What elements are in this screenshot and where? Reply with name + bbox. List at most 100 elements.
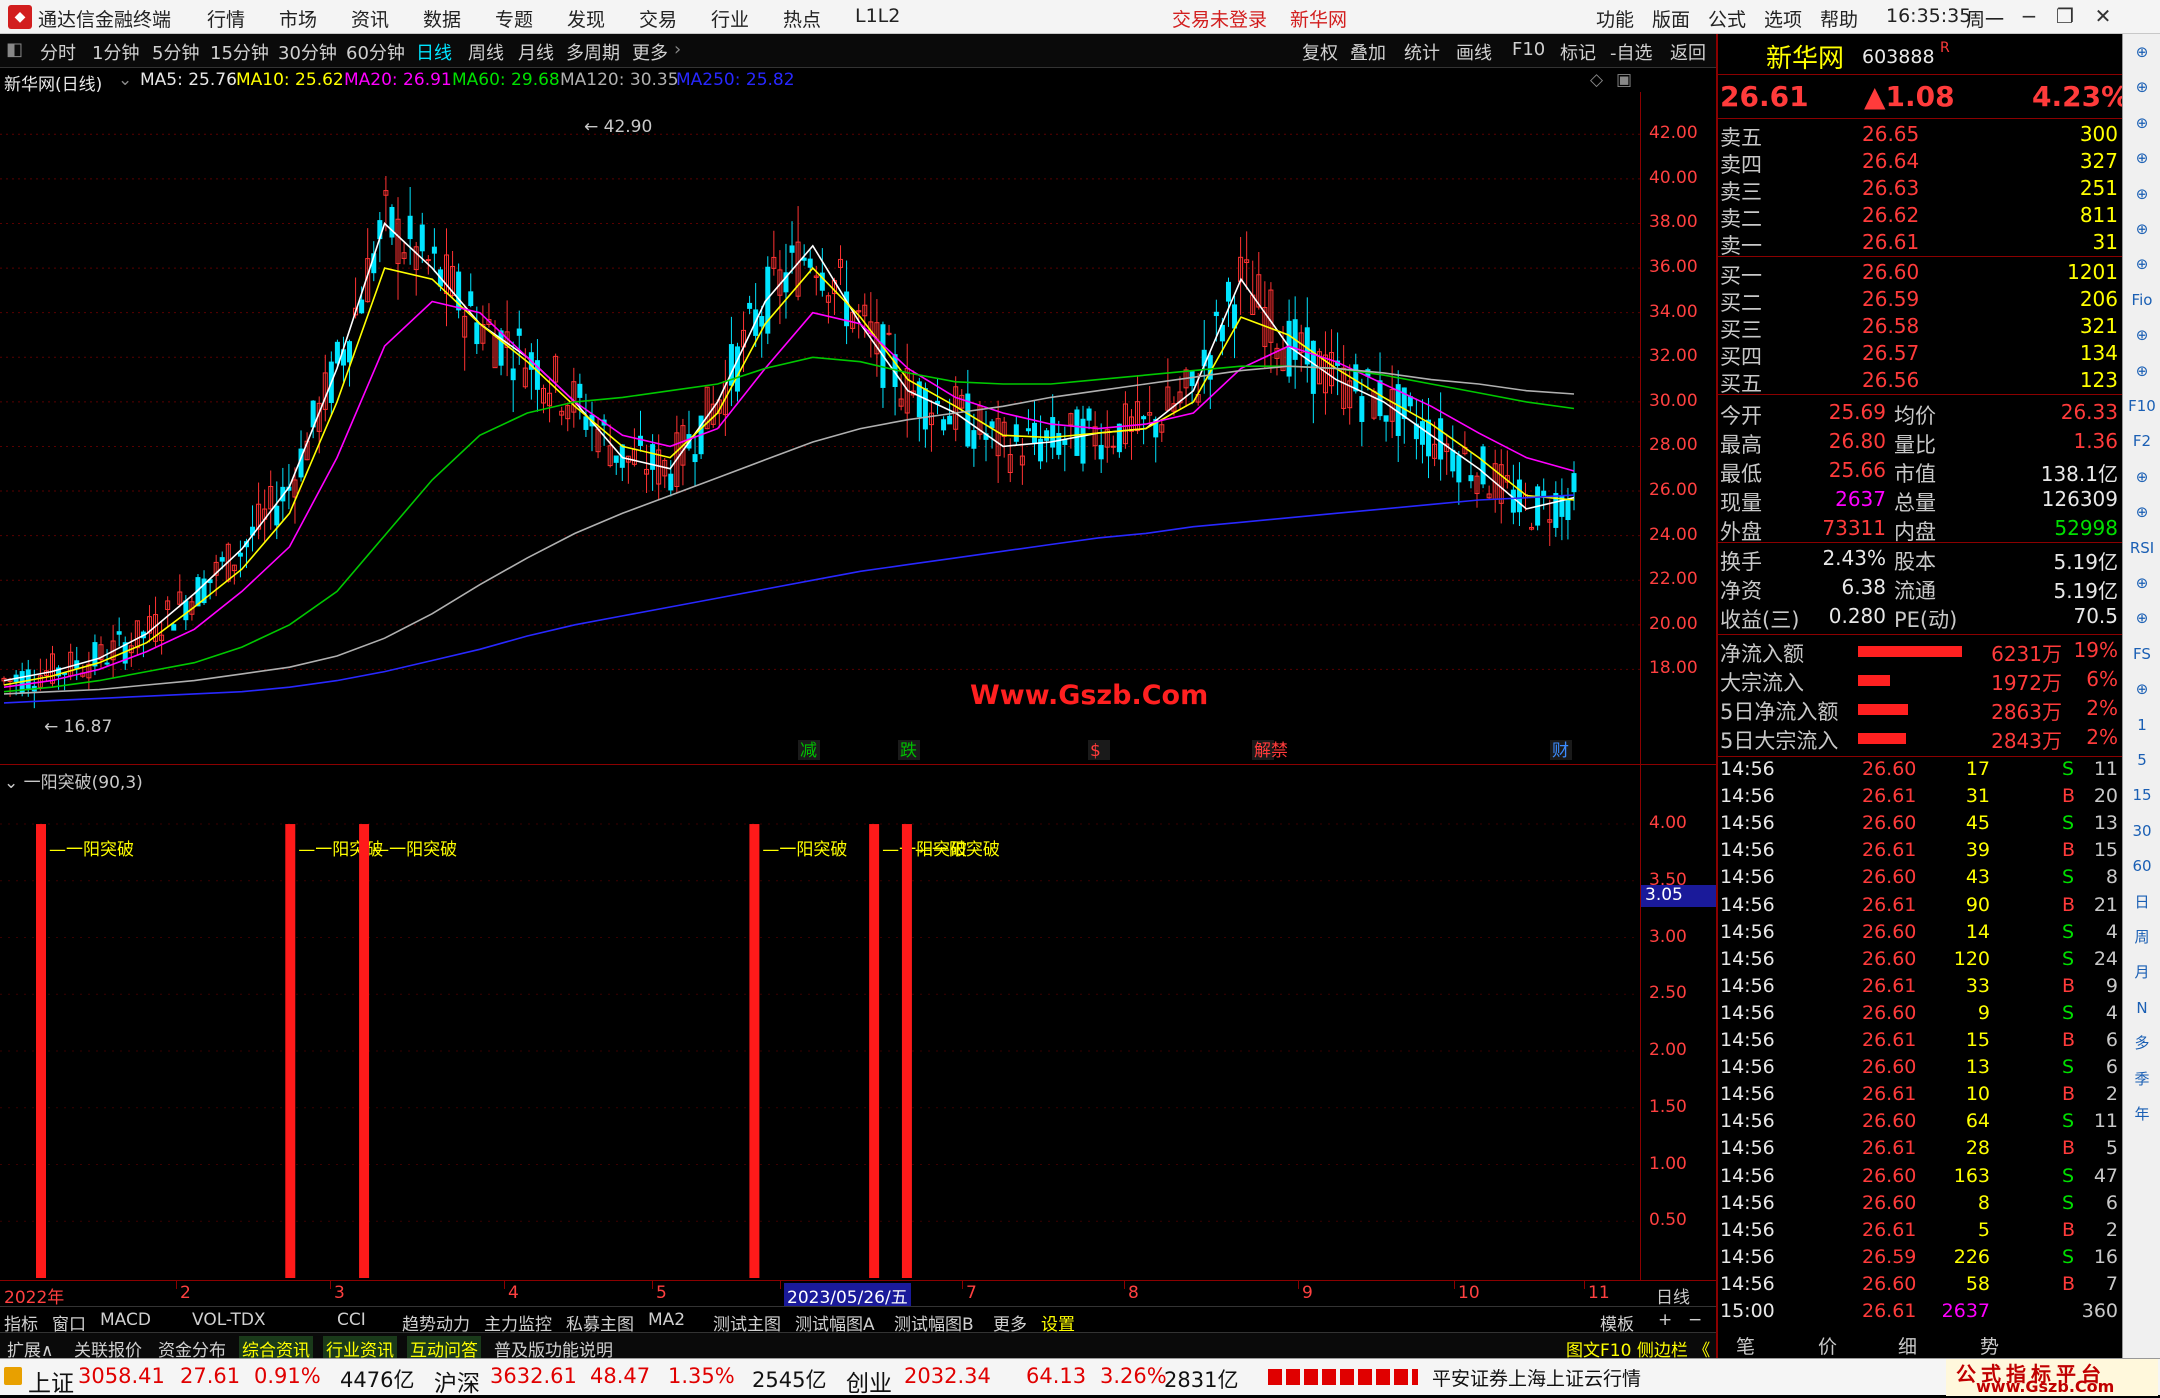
tick-count: 6 [2105, 1191, 2118, 1214]
tick-count: 8 [2105, 866, 2118, 889]
menu-faxian[interactable]: 发现 [567, 5, 605, 32]
menu-zhuanti[interactable]: 专题 [495, 5, 533, 32]
window-icon[interactable]: ▣ [1616, 70, 1632, 90]
period-60min[interactable]: 60分钟 [346, 39, 405, 65]
sidebar-button[interactable]: ⊕ [2127, 321, 2157, 349]
period-monthly[interactable]: 月线 [518, 39, 554, 65]
restore-icon[interactable]: ❐ [2048, 2, 2082, 32]
event-marker[interactable]: 解禁 [1254, 741, 1288, 761]
sidebar-button[interactable]: N [2127, 994, 2157, 1022]
flow-pct: 6% [2086, 667, 2118, 691]
indicator-tab[interactable]: MA2 [648, 1310, 685, 1330]
hs-label[interactable]: 沪深 [434, 1364, 480, 1398]
sidebar-button[interactable]: ⊕ [2127, 180, 2157, 208]
indicator-tab[interactable]: VOL-TDX [192, 1310, 266, 1330]
period-fenshi[interactable]: 分时 [40, 39, 76, 65]
sidebar-button[interactable]: 季 [2127, 1065, 2157, 1093]
sidebar-button[interactable]: RSI [2127, 534, 2157, 562]
menu-hangye[interactable]: 行业 [711, 5, 749, 32]
settings-icon[interactable]: ◇ [1590, 70, 1603, 90]
sidebar-button[interactable]: ⊕ [2127, 463, 2157, 491]
close-icon[interactable]: ✕ [2086, 2, 2120, 32]
minimize-icon[interactable]: − [2012, 2, 2046, 32]
sidebar-button[interactable]: 多 [2127, 1029, 2157, 1057]
action-zixuan[interactable]: -自选 [1610, 39, 1653, 65]
sidebar-button[interactable]: ⊕ [2127, 109, 2157, 137]
menu-hangqing[interactable]: 行情 [207, 5, 245, 32]
action-biaoji[interactable]: 标记 [1560, 39, 1596, 65]
event-marker[interactable]: 财 [1552, 741, 1569, 761]
menu-gongshi[interactable]: 公式 [1708, 5, 1746, 32]
sidebar-button[interactable]: ⊕ [2127, 73, 2157, 101]
period-multi[interactable]: 多周期 [566, 39, 620, 65]
event-marker[interactable]: 跌 [900, 741, 917, 761]
detail-tab[interactable]: 细 [1898, 1332, 1917, 1359]
sidebar-button[interactable]: ⊕ [2127, 144, 2157, 172]
period-1min[interactable]: 1分钟 [92, 39, 139, 65]
detail-tab[interactable]: 价 [1818, 1332, 1837, 1359]
price-chart[interactable]: ← 42.90 ← 16.87 Www.Gszb.Com 减 跌 $ 解禁 财 [0, 92, 1640, 764]
sidebar-button[interactable]: ⊕ [2127, 604, 2157, 632]
period-15min[interactable]: 15分钟 [210, 39, 269, 65]
sidebar-button[interactable]: 30 [2127, 817, 2157, 845]
period-30min[interactable]: 30分钟 [278, 39, 337, 65]
sidebar-button[interactable]: Fio [2127, 286, 2157, 314]
sh-label[interactable]: 上证 [28, 1364, 74, 1398]
sidebar-button[interactable]: FS [2127, 640, 2157, 668]
sidebar-button[interactable]: 60 [2127, 852, 2157, 880]
sidebar-button[interactable]: ⊕ [2127, 357, 2157, 385]
chart-toolbar: ◧ 分时 1分钟 5分钟 15分钟 30分钟 60分钟 日线 周线 月线 多周期… [0, 34, 1716, 68]
indicator-chart[interactable]: —一阳突破 —一阳突破—一阳突破 —一阳突破 —一阳突破—一阳突破 [0, 790, 1640, 1278]
template-tab[interactable]: − [1688, 1310, 1702, 1330]
sidebar-button[interactable]: 5 [2127, 746, 2157, 774]
menu-jiaoyi[interactable]: 交易 [639, 5, 677, 32]
action-huaxian[interactable]: 画线 [1456, 39, 1492, 65]
indicator-tab[interactable]: CCI [337, 1310, 366, 1330]
action-f10[interactable]: F10 [1512, 39, 1545, 60]
detail-tab[interactable]: 势 [1980, 1332, 1999, 1359]
sidebar-button[interactable]: ⊕ [2127, 215, 2157, 243]
sidebar-button[interactable]: ⊕ [2127, 498, 2157, 526]
menu-shichang[interactable]: 市场 [279, 5, 317, 32]
price-axis: 42.00 40.00 38.00 36.00 34.00 32.00 30.00 28.00… [1640, 92, 1716, 764]
sidebar-button[interactable]: 日 [2127, 888, 2157, 916]
menu-xuanxiang[interactable]: 选项 [1764, 5, 1802, 32]
period-daily[interactable]: 日线 [416, 39, 452, 65]
menu-bangzhu[interactable]: 帮助 [1820, 5, 1858, 32]
action-fanhui[interactable]: 返回 [1670, 39, 1706, 65]
sidebar-button[interactable]: F10 [2127, 392, 2157, 420]
event-marker[interactable]: 减 [800, 741, 817, 761]
sidebar-button[interactable]: 1 [2127, 711, 2157, 739]
menu-zixun[interactable]: 资讯 [351, 5, 389, 32]
template-tab[interactable]: + [1658, 1310, 1672, 1330]
menu-gongneng[interactable]: 功能 [1596, 5, 1634, 32]
sidebar-button[interactable]: ⊕ [2127, 250, 2157, 278]
login-status[interactable]: 交易未登录 [1172, 5, 1267, 32]
sidebar-button[interactable]: 年 [2127, 1100, 2157, 1128]
sidebar-button[interactable]: 15 [2127, 781, 2157, 809]
sidebar-button[interactable]: 月 [2127, 958, 2157, 986]
period-more[interactable]: 更多 [632, 39, 668, 65]
menu-shuju[interactable]: 数据 [423, 5, 461, 32]
candle-body [1032, 422, 1038, 444]
menu-l1l2[interactable]: L1L2 [855, 5, 900, 27]
event-marker[interactable]: $ [1090, 741, 1101, 761]
sidebar-button[interactable]: ⊕ [2127, 675, 2157, 703]
candle-body [419, 224, 425, 252]
collapse-icon[interactable]: ⌄ [118, 70, 132, 90]
period-weekly[interactable]: 周线 [468, 39, 504, 65]
action-diejia[interactable]: 叠加 [1350, 39, 1386, 65]
indicator-tab[interactable]: MACD [100, 1310, 151, 1330]
detail-tab[interactable]: 笔 [1736, 1332, 1755, 1359]
menu-redian[interactable]: 热点 [783, 5, 821, 32]
window-toggle-icon[interactable]: ◧ [6, 39, 23, 60]
menu-banmian[interactable]: 版面 [1652, 5, 1690, 32]
sidebar-button[interactable]: F2 [2127, 427, 2157, 455]
period-5min[interactable]: 5分钟 [152, 39, 199, 65]
cy-label[interactable]: 创业 [846, 1364, 892, 1398]
sidebar-button[interactable]: 周 [2127, 923, 2157, 951]
sidebar-button[interactable]: ⊕ [2127, 38, 2157, 66]
sidebar-button[interactable]: ⊕ [2127, 569, 2157, 597]
action-fuquan[interactable]: 复权 [1302, 39, 1338, 65]
action-tongji[interactable]: 统计 [1404, 39, 1440, 65]
